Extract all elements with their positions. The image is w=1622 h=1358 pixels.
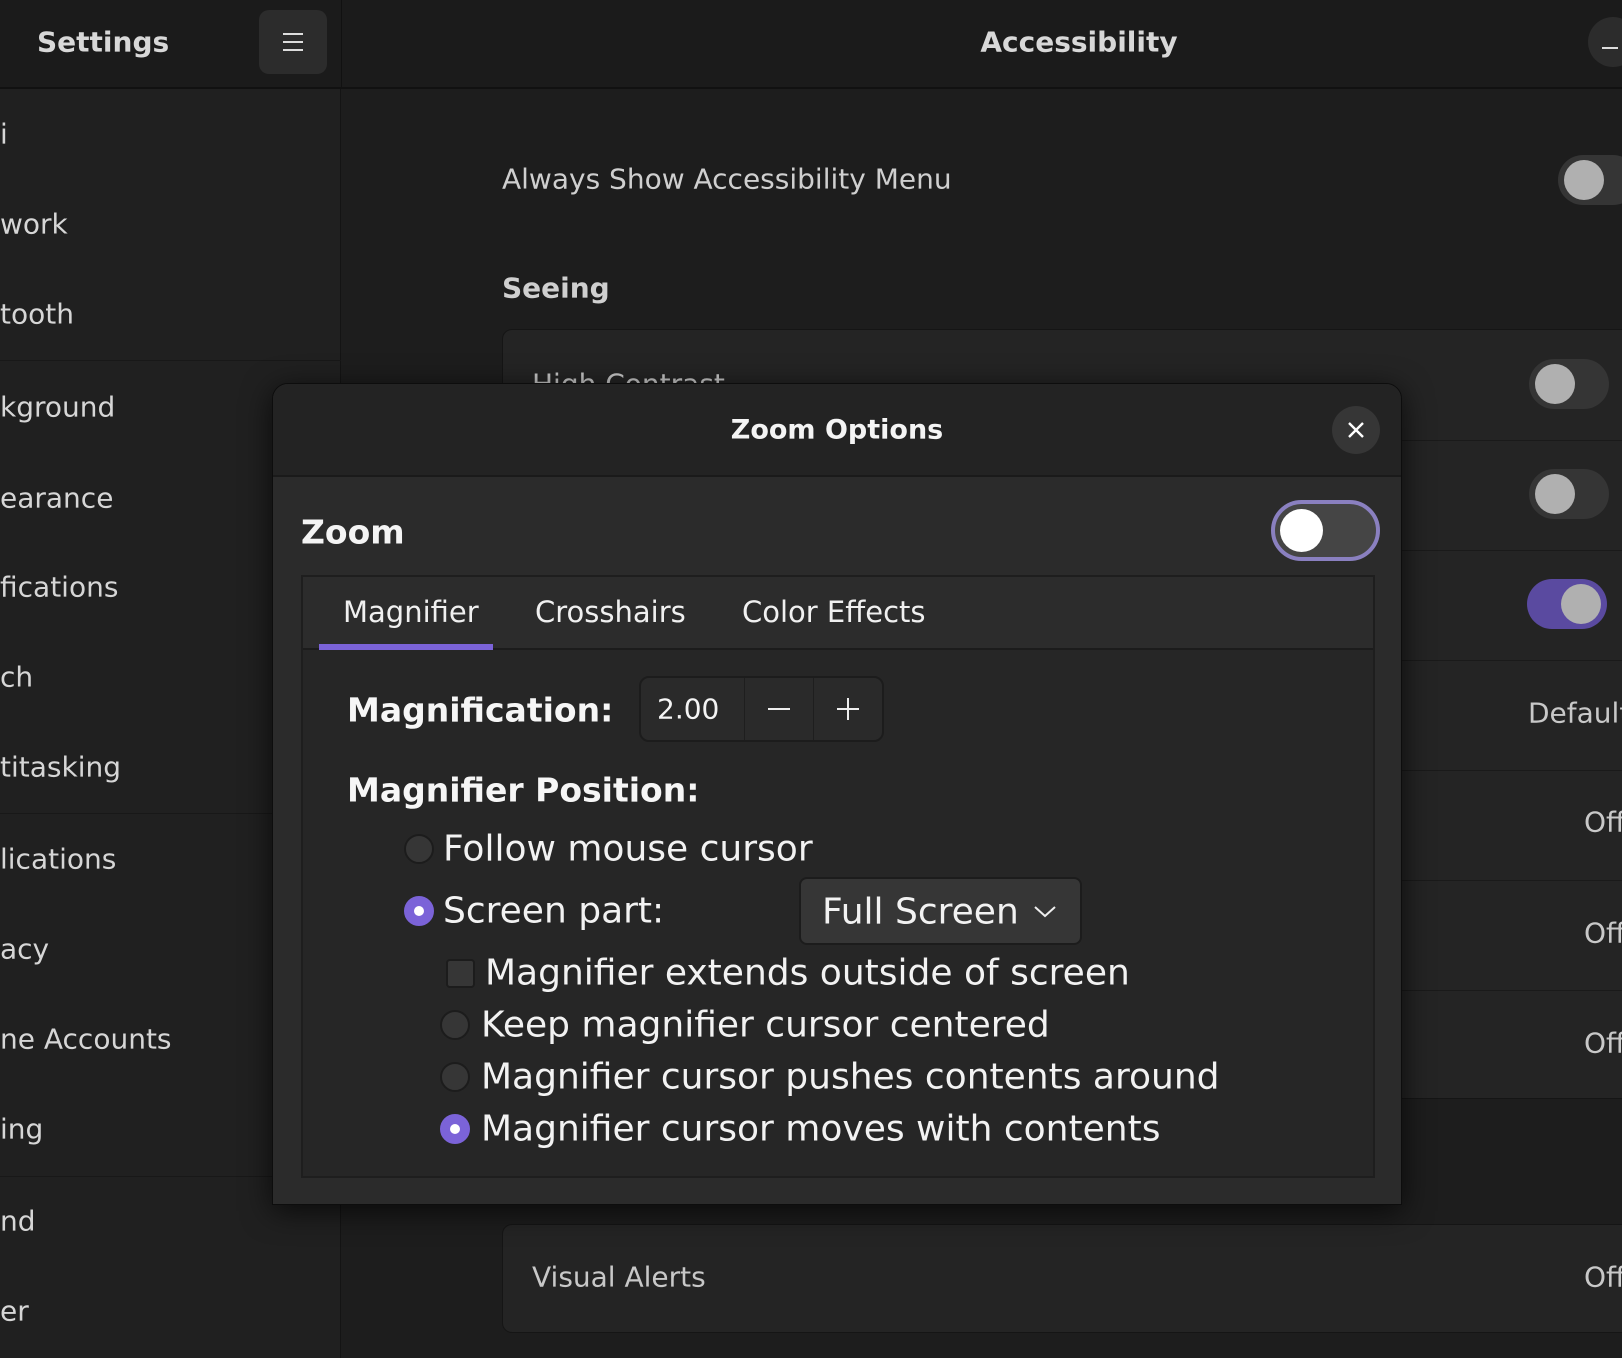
increase-button[interactable] bbox=[814, 678, 882, 740]
row-value[interactable]: Off bbox=[1584, 806, 1622, 839]
row-toggle-on[interactable] bbox=[1527, 579, 1607, 629]
extends-outside-checkbox[interactable] bbox=[446, 959, 475, 988]
visual-alerts-label: Visual Alerts bbox=[532, 1260, 706, 1294]
keep-centered-label[interactable]: Keep magnifier cursor centered bbox=[481, 1005, 1050, 1046]
plus-icon bbox=[837, 698, 859, 720]
tab-color-effects[interactable]: Color Effects bbox=[742, 595, 926, 629]
active-tab-indicator bbox=[319, 644, 493, 650]
close-button[interactable] bbox=[1332, 406, 1380, 454]
close-icon bbox=[1348, 422, 1364, 438]
extends-outside-label[interactable]: Magnifier extends outside of screen bbox=[485, 953, 1130, 994]
app-title: Settings bbox=[37, 25, 170, 59]
tab-crosshairs[interactable]: Crosshairs bbox=[535, 595, 686, 629]
sidebar-item-sharing[interactable]: ing bbox=[0, 1113, 43, 1146]
minus-icon bbox=[768, 708, 790, 710]
row-value[interactable]: Off bbox=[1584, 1027, 1622, 1060]
tab-magnifier[interactable]: Magnifier bbox=[343, 595, 479, 629]
magnification-spinbox: 2.00 bbox=[639, 676, 884, 742]
pushes-contents-label[interactable]: Magnifier cursor pushes contents around bbox=[481, 1057, 1220, 1098]
screen-part-label[interactable]: Screen part: bbox=[443, 891, 664, 932]
zoom-options-dialog: Zoom Options Zoom Magnifier Crosshairs C… bbox=[272, 383, 1402, 1205]
sidebar-item-appearance[interactable]: earance bbox=[0, 482, 113, 515]
decrease-button[interactable] bbox=[745, 678, 813, 740]
sidebar-item-wifi[interactable]: i bbox=[0, 118, 8, 151]
screen-part-radio[interactable] bbox=[404, 896, 434, 926]
sidebar-item-search[interactable]: ch bbox=[0, 661, 33, 694]
magnification-input[interactable]: 2.00 bbox=[657, 693, 719, 726]
sidebar-item-network[interactable]: work bbox=[0, 208, 68, 241]
row-value[interactable]: Default bbox=[1528, 697, 1622, 730]
always-show-menu-toggle[interactable] bbox=[1558, 155, 1622, 205]
sidebar-item-background[interactable]: kground bbox=[0, 391, 115, 424]
sidebar-item-power[interactable]: er bbox=[0, 1295, 29, 1328]
tab-notebook: Magnifier Crosshairs Color Effects Magni… bbox=[301, 575, 1375, 1178]
magnification-label: Magnification: bbox=[347, 690, 614, 730]
sidebar-item-multitasking[interactable]: titasking bbox=[0, 751, 121, 784]
zoom-label: Zoom bbox=[301, 512, 405, 552]
visual-alerts-value: Off bbox=[1584, 1260, 1622, 1294]
dialog-title: Zoom Options bbox=[730, 414, 944, 446]
pushes-contents-radio[interactable] bbox=[440, 1062, 470, 1092]
header-bar: Settings Accessibility bbox=[0, 0, 1622, 89]
row-toggle[interactable] bbox=[1529, 469, 1609, 519]
page-title: Accessibility bbox=[980, 25, 1178, 59]
sidebar-item-online-accounts[interactable]: ne Accounts bbox=[0, 1023, 172, 1056]
sidebar-item-privacy[interactable]: acy bbox=[0, 933, 49, 966]
sidebar-item-applications[interactable]: lications bbox=[0, 843, 116, 876]
divider bbox=[0, 360, 341, 361]
hamburger-icon bbox=[283, 33, 303, 51]
section-seeing: Seeing bbox=[502, 271, 610, 305]
sidebar-item-notifications[interactable]: fications bbox=[0, 571, 118, 604]
magnifier-position-label: Magnifier Position: bbox=[347, 770, 700, 810]
follow-mouse-label[interactable]: Follow mouse cursor bbox=[443, 829, 813, 870]
minimize-button[interactable] bbox=[1588, 17, 1622, 67]
chevron-down-icon bbox=[1034, 906, 1056, 918]
follow-mouse-radio[interactable] bbox=[404, 834, 434, 864]
screen-part-dropdown[interactable]: Full Screen bbox=[799, 877, 1082, 945]
keep-centered-radio[interactable] bbox=[440, 1010, 470, 1040]
zoom-toggle[interactable] bbox=[1271, 500, 1380, 561]
sidebar-item-bluetooth[interactable]: tooth bbox=[0, 298, 74, 331]
sidebar-item-sound[interactable]: nd bbox=[0, 1205, 36, 1238]
minimize-icon bbox=[1602, 47, 1618, 49]
always-show-menu-label: Always Show Accessibility Menu bbox=[502, 162, 952, 196]
moves-with-contents-label[interactable]: Magnifier cursor moves with contents bbox=[481, 1109, 1160, 1150]
moves-with-contents-radio[interactable] bbox=[440, 1114, 470, 1144]
menu-button[interactable] bbox=[259, 10, 327, 74]
high-contrast-toggle[interactable] bbox=[1529, 359, 1609, 409]
screen-part-value: Full Screen bbox=[822, 891, 1019, 933]
row-value[interactable]: Off bbox=[1584, 917, 1622, 950]
